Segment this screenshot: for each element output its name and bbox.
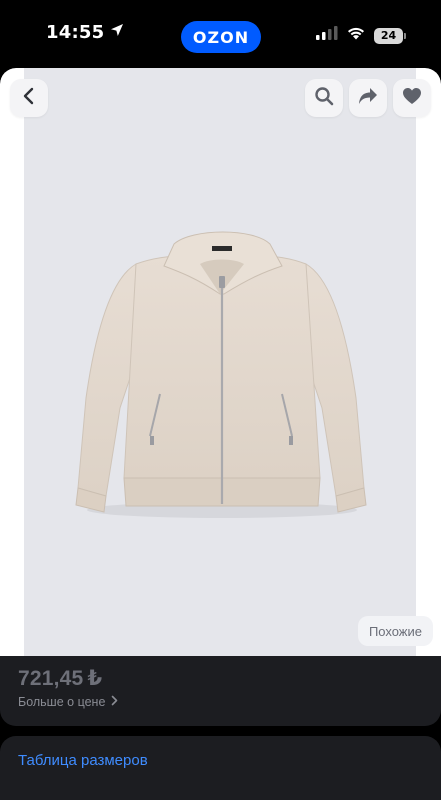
share-arrow-icon: [358, 87, 378, 110]
product-photo[interactable]: [24, 68, 416, 656]
search-button[interactable]: [305, 79, 343, 117]
app-pill-label: OZON: [192, 27, 250, 47]
chevron-left-icon: [22, 87, 36, 110]
app-pill[interactable]: OZON: [181, 21, 261, 53]
chevron-right-icon: [111, 695, 118, 709]
product-gallery[interactable]: Похожие: [0, 68, 441, 656]
status-bar: 14:55 OZON 24: [0, 0, 441, 68]
battery-indicator: 24: [374, 27, 406, 44]
price-details-label: Больше о цене: [18, 695, 106, 709]
location-arrow-icon: [110, 23, 124, 42]
cellular-signal-icon: [316, 26, 338, 45]
similar-button-label: Похожие: [368, 623, 422, 639]
similar-button[interactable]: Похожие: [357, 616, 433, 646]
back-button[interactable]: [10, 79, 48, 117]
currency-symbol: ₺: [87, 667, 103, 690]
search-icon: [314, 86, 334, 111]
price-details-link[interactable]: Больше о цене: [18, 695, 118, 709]
wifi-icon: [346, 26, 366, 45]
status-time: 14:55: [46, 22, 105, 43]
share-button[interactable]: [349, 79, 387, 117]
status-icons: 24: [316, 26, 406, 45]
product-sheet: Похожие 721,45 ₺ Больше о цене: [0, 68, 441, 726]
price-value: 721,45: [18, 666, 84, 690]
battery-level: 24: [380, 29, 397, 42]
heart-icon: [402, 87, 422, 110]
size-table-card: Таблица размеров: [0, 736, 441, 800]
screen: 14:55 OZON 24 Похожие 721,45 ₺ Больше о …: [0, 0, 441, 800]
price-row: 721,45 ₺: [18, 666, 102, 691]
size-table-link[interactable]: Таблица размеров: [18, 752, 148, 769]
favorite-button[interactable]: [393, 79, 431, 117]
status-time-group: 14:55: [46, 22, 124, 43]
